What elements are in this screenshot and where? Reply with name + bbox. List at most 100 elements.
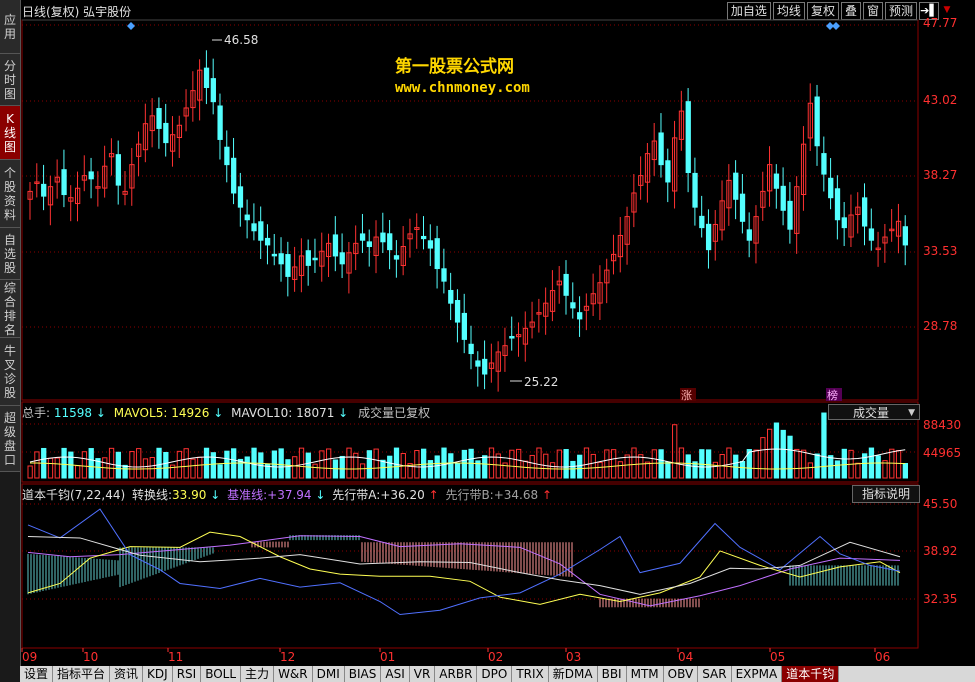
candle-body: [41, 183, 47, 197]
time-tick: 01: [380, 650, 395, 664]
candle-body: [692, 172, 698, 208]
price-tick: 43.02: [923, 93, 958, 107]
indicator-tick: 45.50: [923, 497, 958, 511]
volume-bar: [176, 450, 183, 479]
candle-body: [658, 132, 664, 166]
volume-bar: [712, 461, 719, 479]
volume-bar: [312, 463, 318, 479]
volume-bar: [34, 451, 40, 479]
candle-body: [475, 360, 481, 367]
bottom-tab-9[interactable]: BIAS: [344, 666, 382, 682]
volume-bar: [597, 461, 603, 479]
volume-bar: [726, 447, 732, 479]
volume-tick: 88430: [923, 418, 962, 432]
volume-bar: [461, 449, 468, 479]
stock-chart[interactable]: 46.58 25.22 涨 榜 09 10 11 12 01 02 03 04 05 06: [0, 0, 975, 682]
volume-bar: [380, 459, 386, 479]
volume-legend: 总手: 11598 ↓ MAVOL5: 14926 ↓ MAVOL10: 180…: [22, 406, 431, 420]
time-tick: 02: [488, 650, 503, 664]
chevron-down-icon: ▼: [908, 408, 915, 418]
candle-body: [393, 255, 400, 260]
volume-bar: [753, 449, 759, 479]
volume-bar: [224, 450, 230, 479]
time-tick: 04: [678, 650, 693, 664]
candle-body: [705, 223, 712, 251]
indicator-tab-bar: 设置 指标平台 资讯 KDJ RSI BOLL 主力 W&R DMI BIAS ASI VR ARBR D…: [20, 666, 975, 682]
volume-bar: [604, 449, 610, 479]
bottom-tab-10[interactable]: ASI: [381, 666, 410, 682]
bottom-tab-16[interactable]: BBI: [597, 666, 627, 682]
volume-selector-label: 成交量: [853, 406, 890, 420]
volume-bar: [346, 447, 352, 479]
candle-body: [115, 154, 121, 186]
candle-body: [733, 172, 739, 200]
volume-bar: [509, 449, 515, 479]
watermark-url: www.chnmoney.com: [395, 80, 530, 96]
bottom-tab-2[interactable]: 资讯: [110, 666, 144, 682]
volume-bar: [373, 448, 379, 479]
candle-body: [454, 300, 461, 323]
candle-body: [88, 171, 94, 180]
candle-body: [237, 186, 244, 208]
volume-bar: [27, 465, 33, 479]
candle-body: [61, 169, 67, 196]
conv-label: 转换线:: [132, 488, 173, 502]
volume-bar: [739, 461, 746, 479]
bottom-tab-11[interactable]: VR: [409, 666, 436, 682]
candle-body: [285, 254, 291, 277]
volume-bar: [305, 452, 311, 479]
candle-body: [834, 188, 841, 221]
volume-tick: 44965: [923, 446, 962, 460]
indicator-help-button[interactable]: 指标说明: [852, 485, 920, 503]
volume-bar: [529, 454, 535, 479]
volume-bar: [292, 456, 298, 479]
bottom-tab-3[interactable]: KDJ: [143, 666, 173, 682]
volume-bar: [570, 460, 576, 479]
volume-bar: [828, 455, 834, 479]
candle-body: [224, 146, 230, 166]
volume-bar: [705, 449, 712, 479]
bottom-tab-6[interactable]: 主力: [241, 666, 275, 682]
volume-bar: [454, 462, 461, 479]
volume-bar: [427, 460, 434, 479]
volume-bar: [319, 450, 325, 479]
watermark-title: 第一股票公式网: [395, 57, 514, 77]
bottom-tab-20[interactable]: EXPMA: [731, 666, 783, 682]
bottom-tab-8[interactable]: DMI: [312, 666, 345, 682]
bottom-tab-17[interactable]: MTM: [626, 666, 664, 682]
bottom-tab-12[interactable]: ARBR: [435, 666, 478, 682]
bottom-tab-18[interactable]: OBV: [663, 666, 699, 682]
bottom-tab-4[interactable]: RSI: [172, 666, 202, 682]
volume-bar: [767, 428, 773, 479]
volume-bar: [577, 454, 583, 479]
mavol5-label: MAVOL5:: [113, 406, 168, 420]
base-value: +37.94: [267, 488, 312, 502]
volume-bar: [549, 462, 556, 479]
candle-body: [862, 197, 868, 227]
volume-bar: [651, 449, 657, 479]
spanA-value: +36.20: [380, 488, 425, 502]
volume-bar: [807, 462, 814, 479]
volume-bar: [359, 463, 366, 479]
bottom-tab-15[interactable]: 新DMA: [548, 666, 598, 682]
volume-bar: [780, 429, 786, 479]
price-tick: 28.78: [923, 319, 958, 333]
bottom-tab-1[interactable]: 指标平台: [53, 666, 111, 682]
candle-body: [203, 67, 210, 88]
bottom-tab-14[interactable]: TRIX: [512, 666, 549, 682]
bottom-tab-7[interactable]: W&R: [274, 666, 313, 682]
price-tick: 38.27: [923, 168, 958, 182]
volume-bar: [47, 457, 54, 479]
volume-bar: [366, 450, 373, 479]
bottom-tab-5[interactable]: BOLL: [201, 666, 242, 682]
time-tick: 06: [875, 650, 890, 664]
bottom-tab-13[interactable]: DPO: [477, 666, 513, 682]
volume-selector[interactable]: 成交量 ▼: [828, 404, 920, 420]
bottom-tab-21[interactable]: 道本千钧: [782, 666, 840, 682]
time-tick: 05: [770, 650, 785, 664]
bottom-tab-19[interactable]: SAR: [698, 666, 732, 682]
bottom-tab-0[interactable]: 设置: [20, 666, 54, 682]
low-label: 25.22: [524, 375, 558, 389]
mavol10-label: MAVOL10:: [231, 406, 293, 420]
indicator-tick: 38.92: [923, 544, 958, 558]
